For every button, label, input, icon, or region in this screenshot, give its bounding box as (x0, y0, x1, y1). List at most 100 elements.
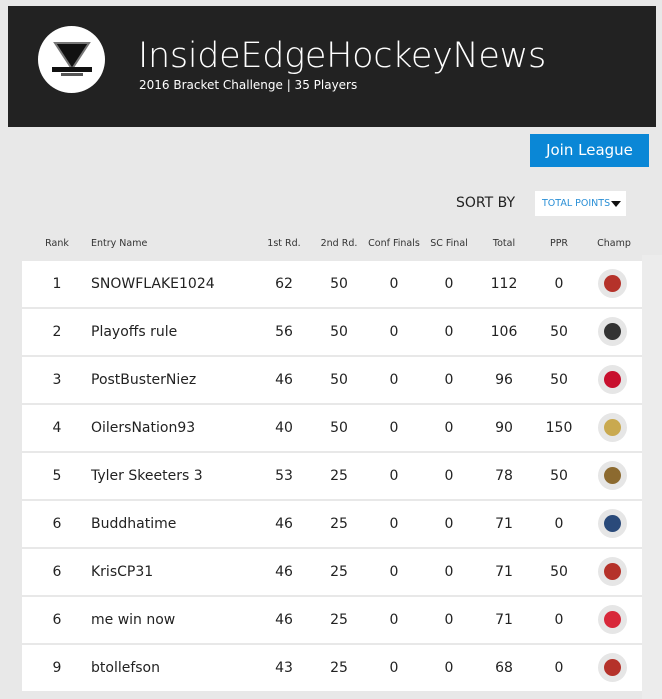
ppr-cell: 0 (554, 516, 564, 532)
florida-panthers-icon (604, 515, 621, 532)
washington-capitals-icon (604, 371, 621, 388)
sc-final-cell: 0 (444, 564, 454, 580)
ppr-cell: 0 (554, 612, 564, 628)
ppr-cell: 50 (550, 324, 568, 340)
conf-finals-cell: 0 (389, 660, 399, 676)
champ-team-logo (598, 269, 627, 298)
entry-name-cell[interactable]: OilersNation93 (91, 420, 195, 436)
chicago-blackhawks-icon (604, 659, 621, 676)
first-round-cell: 46 (275, 612, 293, 628)
conf-finals-cell: 0 (389, 372, 399, 388)
rank-cell: 2 (52, 324, 62, 340)
table-row[interactable]: 5 Tyler Skeeters 3 53 25 0 0 78 50 (22, 453, 642, 499)
column-header-total: Total (492, 238, 516, 249)
table-row[interactable]: 6 KrisCP31 46 25 0 0 71 50 (22, 549, 642, 595)
column-header-2nd-rd: 2nd Rd. (320, 238, 358, 249)
entry-name-cell[interactable]: me win now (91, 612, 175, 628)
second-round-cell: 50 (330, 276, 348, 292)
ppr-cell: 0 (554, 660, 564, 676)
conf-finals-cell: 0 (389, 468, 399, 484)
rank-cell: 6 (52, 564, 62, 580)
first-round-cell: 40 (275, 420, 293, 436)
ppr-cell: 50 (550, 372, 568, 388)
champ-team-logo (598, 317, 627, 346)
entry-name-cell[interactable]: Buddhatime (91, 516, 176, 532)
champ-team-logo (598, 557, 627, 586)
total-cell: 96 (495, 372, 513, 388)
entry-name-cell[interactable]: Playoffs rule (91, 324, 177, 340)
table-row[interactable]: 1 SNOWFLAKE1024 62 50 0 0 112 0 (22, 261, 642, 307)
ppr-cell: 50 (550, 468, 568, 484)
ppr-cell: 50 (550, 564, 568, 580)
second-round-cell: 50 (330, 420, 348, 436)
column-header-rank: Rank (45, 238, 69, 249)
table-row[interactable]: 3 PostBusterNiez 46 50 0 0 96 50 (22, 357, 642, 403)
first-round-cell: 46 (275, 516, 293, 532)
ppr-cell: 0 (554, 276, 564, 292)
sc-final-cell: 0 (444, 468, 454, 484)
sc-final-cell: 0 (444, 372, 454, 388)
hockey-player-logo-icon (51, 41, 92, 76)
champ-team-logo (598, 365, 627, 394)
total-cell: 90 (495, 420, 513, 436)
column-header-entry-name: Entry Name (91, 238, 148, 249)
anaheim-ducks-icon (604, 467, 621, 484)
ppr-cell: 150 (545, 420, 573, 436)
total-cell: 68 (495, 660, 513, 676)
table-row[interactable]: 4 OilersNation93 40 50 0 0 90 150 (22, 405, 642, 451)
rank-cell: 5 (52, 468, 62, 484)
sc-final-cell: 0 (444, 420, 454, 436)
sc-final-cell: 0 (444, 276, 454, 292)
rank-cell: 9 (52, 660, 62, 676)
league-header: InsideEdgeHockeyNews 2016 Bracket Challe… (8, 6, 656, 127)
caret-down-icon (611, 201, 621, 207)
second-round-cell: 50 (330, 324, 348, 340)
total-cell: 71 (495, 612, 513, 628)
chicago-blackhawks-icon (604, 275, 621, 292)
pittsburgh-penguins-icon (604, 419, 621, 436)
table-row[interactable]: 6 me win now 46 25 0 0 71 0 (22, 597, 642, 643)
league-logo (38, 26, 105, 93)
second-round-cell: 25 (330, 564, 348, 580)
entry-name-cell[interactable]: PostBusterNiez (91, 372, 196, 388)
second-round-cell: 25 (330, 516, 348, 532)
chicago-blackhawks-icon (604, 563, 621, 580)
rank-cell: 3 (52, 372, 62, 388)
sort-by-label: SORT BY (456, 195, 516, 211)
table-row[interactable]: 9 btollefson 43 25 0 0 68 0 (22, 645, 642, 691)
total-cell: 71 (495, 564, 513, 580)
sort-select[interactable]: TOTAL POINTS (535, 191, 626, 216)
league-subtitle: 2016 Bracket Challenge | 35 Players (139, 78, 358, 92)
entry-name-cell[interactable]: btollefson (91, 660, 160, 676)
sc-final-cell: 0 (444, 612, 454, 628)
entry-name-cell[interactable]: SNOWFLAKE1024 (91, 276, 215, 292)
column-header-sc-final: SC Final (430, 238, 468, 249)
champ-team-logo (598, 605, 627, 634)
first-round-cell: 62 (275, 276, 293, 292)
second-round-cell: 25 (330, 660, 348, 676)
detroit-red-wings-icon (604, 611, 621, 628)
entry-name-cell[interactable]: Tyler Skeeters 3 (91, 468, 203, 484)
second-round-cell: 25 (330, 612, 348, 628)
column-header-conf-finals: Conf Finals (368, 238, 420, 249)
second-round-cell: 50 (330, 372, 348, 388)
conf-finals-cell: 0 (389, 612, 399, 628)
total-cell: 106 (490, 324, 518, 340)
first-round-cell: 53 (275, 468, 293, 484)
rank-cell: 6 (52, 516, 62, 532)
sort-selected-value: TOTAL POINTS (542, 198, 611, 209)
conf-finals-cell: 0 (389, 564, 399, 580)
column-header-1st-rd: 1st Rd. (267, 238, 301, 249)
table-row[interactable]: 6 Buddhatime 46 25 0 0 71 0 (22, 501, 642, 547)
entry-name-cell[interactable]: KrisCP31 (91, 564, 153, 580)
total-cell: 112 (490, 276, 518, 292)
champ-team-logo (598, 509, 627, 538)
table-row[interactable]: 2 Playoffs rule 56 50 0 0 106 50 (22, 309, 642, 355)
los-angeles-kings-icon (604, 323, 621, 340)
sc-final-cell: 0 (444, 516, 454, 532)
join-league-button[interactable]: Join League (530, 134, 649, 167)
column-header-champ: Champ (597, 238, 631, 249)
conf-finals-cell: 0 (389, 324, 399, 340)
scrollbar-track[interactable] (642, 255, 662, 699)
conf-finals-cell: 0 (389, 276, 399, 292)
